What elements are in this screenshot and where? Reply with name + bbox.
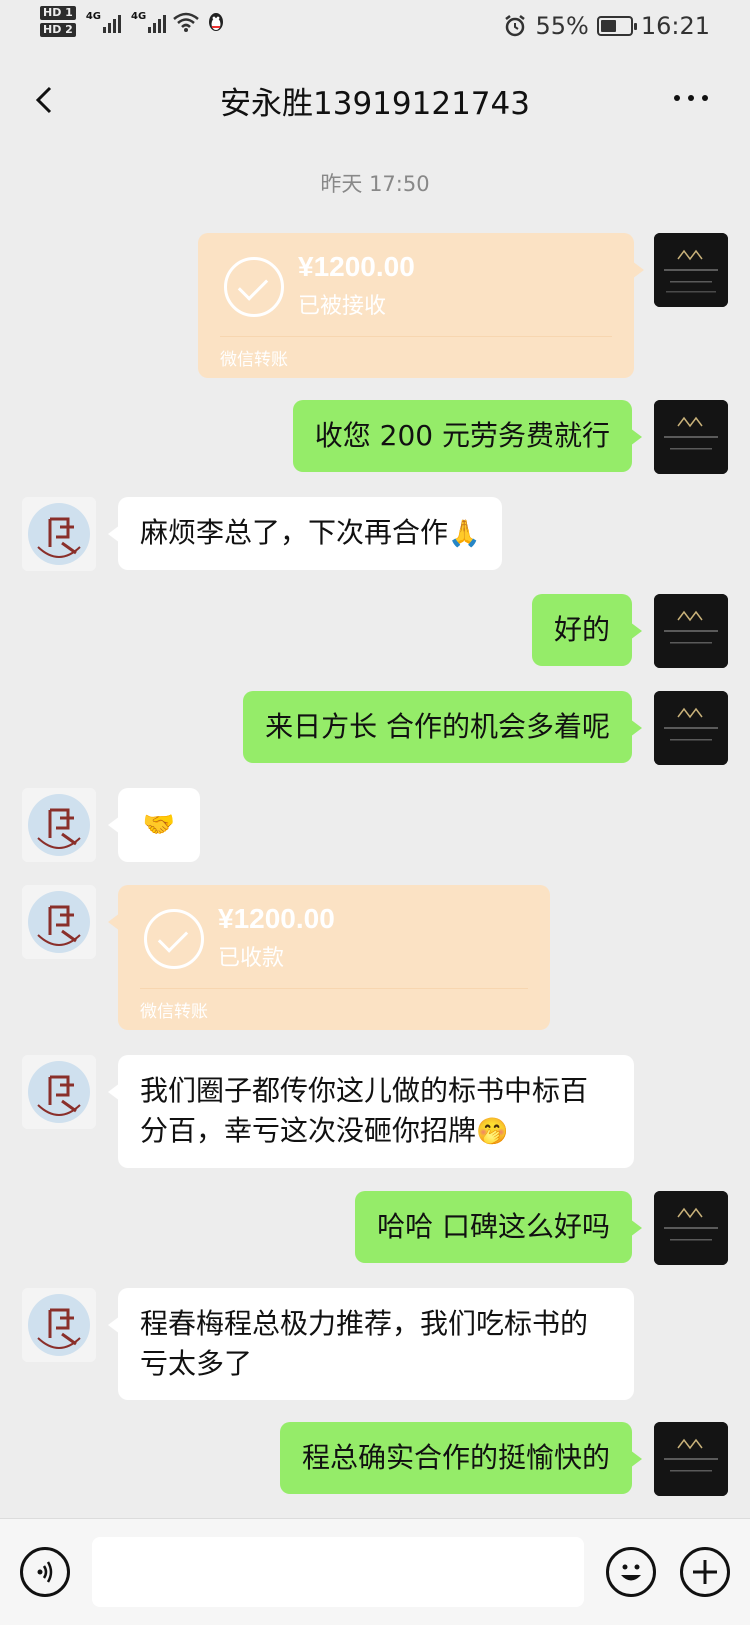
signal2-icon: 4G	[131, 11, 167, 33]
check-circle-icon	[224, 257, 284, 317]
seal-logo-icon	[22, 788, 96, 862]
pray-emoji-icon: 🙏	[448, 519, 481, 549]
voice-icon[interactable]	[20, 1547, 70, 1597]
clock: 16:21	[640, 12, 710, 40]
message-bubble-me[interactable]: 好的	[531, 594, 643, 666]
more-dots-icon[interactable]	[674, 88, 714, 108]
battery-percent: 55%	[535, 12, 589, 40]
status-right: 55% 16:21	[503, 12, 710, 40]
message-bubble-me[interactable]: 哈哈 口碑这么好吗	[355, 1191, 642, 1263]
check-circle-icon	[144, 909, 204, 969]
message-bubble-other[interactable]: 麻烦李总了，下次再合作🙏	[107, 497, 503, 570]
transfer-status: 已收款	[218, 946, 285, 971]
message-bubble-other[interactable]: 程春梅程总极力推荐，我们吃标书的亏太多了	[108, 1288, 634, 1400]
status-bar: HD 1 HD 2 4G 4G 55% 16:21	[0, 0, 750, 60]
avatar[interactable]	[22, 885, 96, 959]
signal1-icon: 4G	[86, 11, 121, 33]
transfer-card-received[interactable]: ¥1200.00 已收款 微信转账	[108, 885, 550, 1030]
giggle-emoji-icon: 🤭	[476, 1117, 509, 1147]
divider	[220, 336, 612, 337]
message-timestamp: 昨天 17:50	[320, 172, 430, 196]
alarm-icon	[505, 15, 526, 37]
message-input[interactable]	[92, 1537, 584, 1607]
seal-logo-icon	[22, 1055, 96, 1129]
plus-icon[interactable]	[680, 1547, 730, 1597]
avatar[interactable]	[654, 1191, 728, 1265]
status-left: HD 1 HD 2 4G 4G	[40, 6, 226, 37]
seal-logo-icon	[22, 1288, 96, 1362]
message-bubble-other[interactable]: 我们圈子都传你这儿做的标书中标百分百，幸亏这次没砸你招牌🤭	[108, 1055, 634, 1168]
avatar[interactable]	[22, 1288, 96, 1362]
handshake-emoji-icon: 🤝	[142, 810, 176, 840]
avatar[interactable]	[22, 497, 96, 571]
hd2-badge: HD 2	[40, 23, 76, 37]
divider	[140, 988, 528, 989]
emoji-face-icon[interactable]	[606, 1547, 656, 1597]
transfer-card-sent[interactable]: ¥1200.00 已被接收 微信转账	[198, 233, 644, 378]
hd1-badge: HD 1	[40, 6, 76, 20]
battery-icon	[596, 16, 637, 36]
avatar[interactable]	[654, 594, 728, 668]
message-bubble-other[interactable]: 🤝	[108, 788, 200, 862]
logo-icon	[654, 1422, 728, 1496]
avatar[interactable]	[22, 1055, 96, 1129]
transfer-status: 已被接收	[298, 294, 387, 319]
seal-logo-icon	[22, 885, 96, 959]
logo-icon	[654, 594, 728, 668]
transfer-footer: 微信转账	[220, 350, 288, 370]
avatar[interactable]	[654, 691, 728, 765]
qq-penguin-icon	[209, 12, 224, 31]
transfer-amount: ¥1200.00	[298, 251, 415, 282]
logo-icon	[654, 233, 728, 307]
avatar[interactable]	[654, 233, 728, 307]
transfer-amount: ¥1200.00	[218, 903, 335, 934]
avatar[interactable]	[654, 400, 728, 474]
logo-icon	[654, 691, 728, 765]
chat-header: 安永胜13919121743	[0, 60, 750, 144]
wifi-icon	[173, 12, 199, 32]
input-bar	[0, 1518, 750, 1625]
chat-title: 安永胜13919121743	[220, 86, 530, 122]
avatar[interactable]	[654, 1422, 728, 1496]
avatar[interactable]	[22, 788, 96, 862]
seal-logo-icon	[22, 497, 96, 571]
message-bubble-me[interactable]: 收您 200 元劳务费就行	[292, 400, 643, 472]
logo-icon	[654, 400, 728, 474]
message-bubble-me[interactable]: 程总确实合作的挺愉快的	[279, 1422, 643, 1494]
logo-icon	[654, 1191, 728, 1265]
message-bubble-me[interactable]: 来日方长 合作的机会多着呢	[243, 691, 642, 763]
transfer-footer: 微信转账	[140, 1002, 208, 1022]
